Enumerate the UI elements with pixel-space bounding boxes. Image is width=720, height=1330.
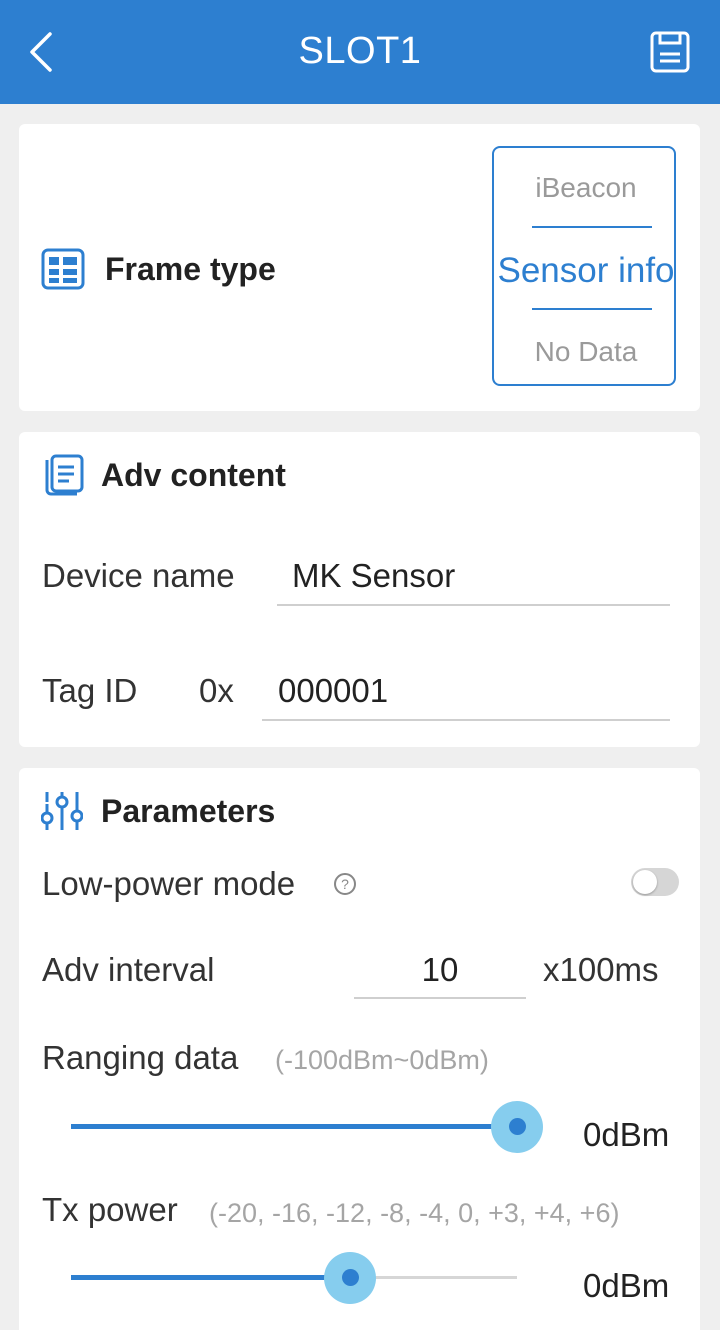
parameters-header: Parameters — [41, 788, 275, 834]
low-power-toggle[interactable] — [631, 868, 679, 896]
slider-thumb[interactable] — [509, 1118, 526, 1135]
frame-type-picker[interactable]: iBeacon Sensor info No Data — [492, 146, 676, 386]
svg-text:?: ? — [341, 876, 349, 892]
frame-option-ibeacon[interactable]: iBeacon — [494, 172, 674, 204]
adv-interval-input[interactable]: 10 — [354, 951, 526, 989]
page-title: SLOT1 — [298, 30, 422, 72]
adv-content-label: Adv content — [101, 456, 286, 493]
help-icon: ? — [334, 873, 356, 895]
adv-interval-label: Adv interval — [42, 951, 215, 988]
slider-fill — [71, 1124, 517, 1129]
tag-id-input[interactable]: 000001 — [278, 672, 388, 710]
frame-type-label: Frame type — [105, 250, 276, 287]
ranging-data-label: Ranging data — [42, 1039, 239, 1076]
tx-power-slider[interactable] — [71, 1246, 517, 1310]
adv-interval-underline — [354, 997, 526, 999]
adv-interval-unit: x100ms — [543, 951, 659, 988]
frame-option-sensor-info[interactable]: Sensor info — [494, 251, 674, 291]
frame-type-header: Frame type — [41, 248, 276, 290]
tag-id-underline — [262, 719, 670, 721]
picker-divider-bottom — [532, 308, 652, 310]
low-power-label: Low-power mode — [42, 865, 296, 902]
save-icon — [650, 31, 690, 73]
frame-option-no-data[interactable]: No Data — [494, 336, 674, 368]
parameters-card: Parameters Low-power mode ? Adv interval… — [19, 768, 700, 1330]
ranging-slider[interactable] — [71, 1095, 543, 1159]
picker-divider-top — [532, 226, 652, 228]
slider-fill — [71, 1275, 350, 1280]
tag-id-label: Tag ID — [42, 672, 138, 709]
tx-power-label: Tx power — [42, 1191, 178, 1228]
frame-type-icon — [41, 248, 85, 290]
ranging-data-value: 0dBm — [583, 1116, 670, 1153]
app-header: SLOT1 — [0, 0, 720, 104]
slider-thumb[interactable] — [342, 1269, 359, 1286]
parameters-icon — [41, 792, 83, 830]
save-button[interactable] — [646, 28, 694, 76]
adv-content-header: Adv content — [41, 452, 286, 498]
device-name-underline — [277, 604, 670, 606]
device-name-label: Device name — [42, 557, 235, 594]
adv-content-icon — [45, 454, 84, 496]
parameters-label: Parameters — [101, 792, 276, 829]
tx-power-value: 0dBm — [583, 1267, 670, 1304]
adv-content-card: Adv content Device name MK Sensor Tag ID… — [19, 432, 700, 747]
frame-type-card: Frame type iBeacon Sensor info No Data — [19, 124, 700, 411]
tag-id-prefix: 0x — [199, 672, 234, 709]
ranging-data-hint: (-100dBm~0dBm) — [275, 1045, 489, 1075]
tx-power-hint: (-20, -16, -12, -8, -4, 0, +3, +4, +6) — [209, 1198, 620, 1228]
device-name-input[interactable]: MK Sensor — [292, 557, 455, 595]
help-button[interactable]: ? — [333, 872, 357, 896]
toggle-knob — [633, 870, 657, 894]
